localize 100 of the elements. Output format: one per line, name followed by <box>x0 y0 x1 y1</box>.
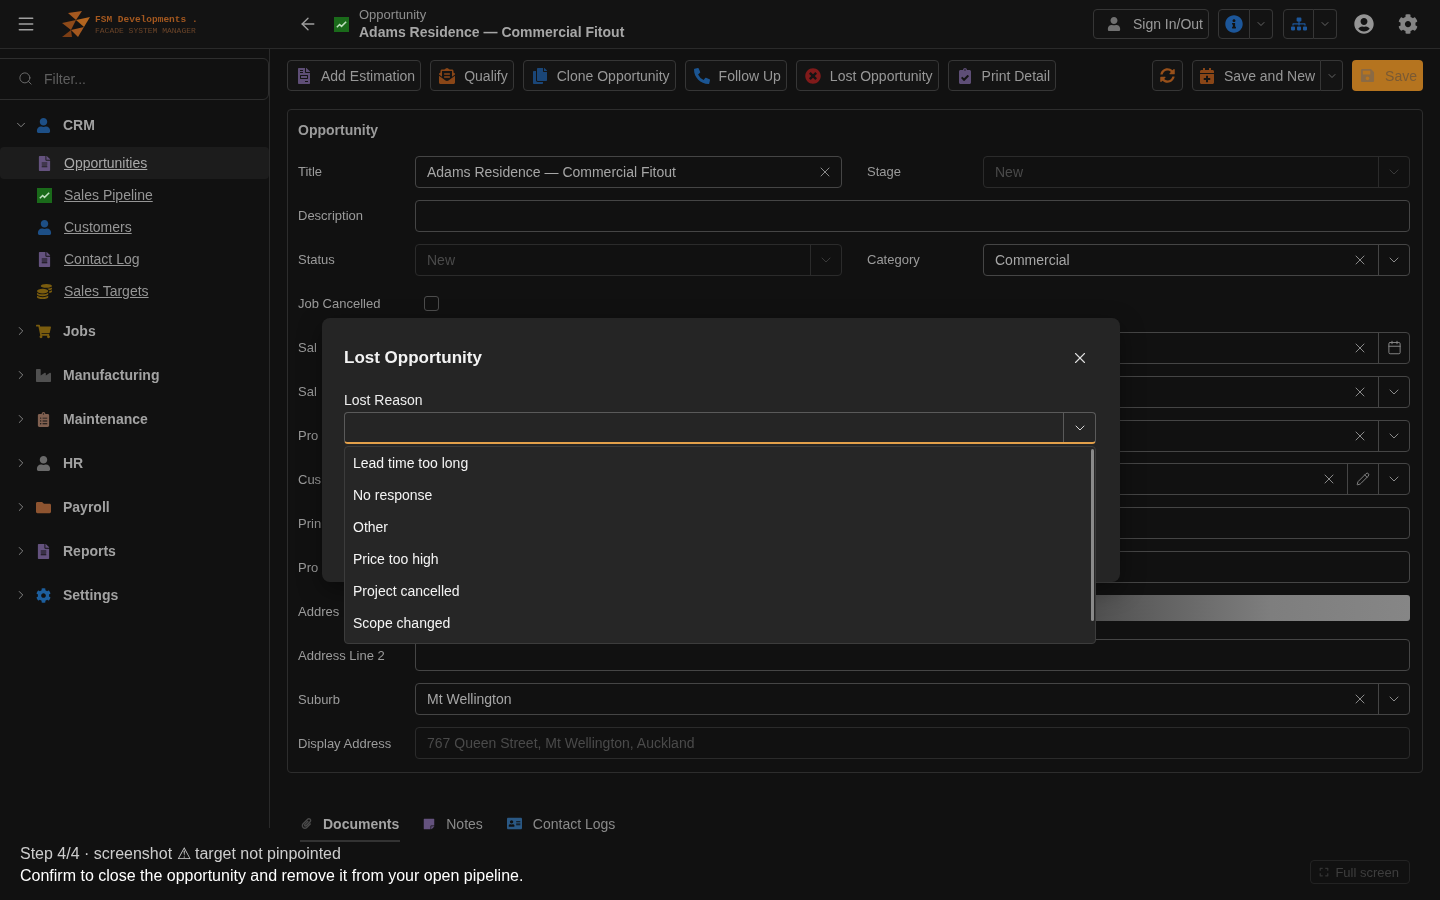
nav-item[interactable]: Jobs <box>36 315 106 347</box>
refresh-button[interactable] <box>1152 60 1183 91</box>
expand-icon <box>1319 867 1330 877</box>
tab[interactable]: Notes <box>422 805 484 842</box>
user-icon[interactable] <box>1354 14 1374 34</box>
chart-icon <box>334 16 349 32</box>
document-icon <box>296 67 312 84</box>
document-icon <box>37 251 52 267</box>
breadcrumb: Opportunity <box>359 6 428 23</box>
field-label: Status <box>298 252 335 268</box>
settings-icon[interactable] <box>1398 14 1418 34</box>
field-label: Category <box>866 252 920 268</box>
info-button[interactable] <box>1218 9 1250 39</box>
qualify-button[interactable]: Qualify <box>430 60 514 91</box>
field-label: Job Cancelled <box>298 296 381 312</box>
clipboard-icon <box>36 411 51 427</box>
nav-link[interactable]: Sales Targets <box>0 275 269 307</box>
paperclip-icon <box>301 818 312 829</box>
field-label: Prin <box>298 515 322 531</box>
lost-opportunity-button[interactable]: Lost Opportunity <box>795 60 939 91</box>
logo-text: FSM Developments . <box>95 13 198 25</box>
phone-icon <box>693 67 710 84</box>
contact-card-icon <box>506 816 522 831</box>
chart-icon <box>37 187 52 203</box>
hierarchy-icon <box>1290 16 1307 32</box>
copy-icon <box>531 67 548 84</box>
section-title: Opportunity <box>298 121 380 141</box>
nav-link[interactable]: Opportunities <box>0 147 269 179</box>
text-field[interactable] <box>415 199 1410 232</box>
caption-text: Confirm to close the opportunity and remove it from your open pipeline. <box>20 866 524 886</box>
select-field[interactable]: Mt Wellington <box>415 683 1410 716</box>
nav-item[interactable]: Settings <box>36 579 129 611</box>
menu-icon <box>16 14 36 34</box>
select-field[interactable]: Commercial <box>983 243 1410 276</box>
person-icon <box>36 117 51 133</box>
select-field[interactable] <box>344 412 1096 444</box>
sign-in-button[interactable]: Sign In/Out <box>1092 9 1209 39</box>
pencil-icon[interactable] <box>1356 472 1370 487</box>
scrollbar-thumb[interactable] <box>1091 449 1094 621</box>
nav-link[interactable]: Contact Log <box>0 243 269 275</box>
clipboard-icon <box>956 67 973 84</box>
field-label: Title <box>298 164 323 180</box>
dropdown-option[interactable]: Price too high <box>345 543 1089 575</box>
calendar-icon[interactable] <box>1386 340 1402 356</box>
field-label: Lost Reason <box>344 391 423 410</box>
hierarchy-button[interactable] <box>1283 9 1314 39</box>
field-label: Suburb <box>298 691 340 707</box>
save-and-new-button[interactable]: Save and New <box>1192 60 1322 91</box>
calendar-plus-icon <box>1199 67 1215 84</box>
gear-icon <box>36 587 51 603</box>
factory-icon <box>36 367 51 383</box>
dropdown-option[interactable]: No response <box>345 479 1089 511</box>
nav-item[interactable]: Manufacturing <box>36 359 170 391</box>
field-label: Addres <box>298 603 340 619</box>
tab[interactable]: Documents <box>300 805 401 842</box>
tab[interactable]: Contact Logs <box>505 805 617 842</box>
note-icon <box>423 817 436 830</box>
field-label: Description <box>298 208 364 224</box>
info-icon <box>1225 15 1243 33</box>
field-label: Sal <box>298 340 317 356</box>
person-icon <box>36 455 51 471</box>
cart-icon <box>36 323 51 339</box>
logo-icon <box>62 11 90 37</box>
dialog-title: Lost Opportunity <box>344 348 482 368</box>
envelope-icon <box>439 67 456 84</box>
dropdown-option[interactable]: Other <box>345 511 1089 543</box>
page-title: Adams Residence — Commercial Fitout <box>359 22 625 42</box>
nav-item[interactable]: Reports <box>36 535 126 567</box>
filter-field[interactable]: Filter... <box>0 58 269 100</box>
document-icon <box>36 543 51 559</box>
nav-link[interactable]: Sales Pipeline <box>0 179 269 211</box>
person-icon <box>1106 17 1121 31</box>
document-icon <box>37 155 52 171</box>
folder-icon <box>36 499 51 515</box>
coins-icon <box>37 283 52 299</box>
field-label: Sal <box>298 384 317 400</box>
clone-button[interactable]: Clone Opportunity <box>522 60 676 91</box>
print-button[interactable]: Print Detail <box>947 60 1057 91</box>
text-field[interactable]: Adams Residence — Commercial Fitout <box>415 155 842 188</box>
nav-item[interactable]: Payroll <box>36 491 120 523</box>
search-icon <box>18 71 33 86</box>
checkbox[interactable] <box>424 296 439 312</box>
nav-item[interactable]: HR <box>36 447 94 479</box>
field-label: Address Line 2 <box>298 647 385 663</box>
field-label: Cus <box>298 471 322 487</box>
add-estimation-button[interactable]: Add Estimation <box>287 60 422 91</box>
person-icon <box>37 219 52 235</box>
follow-up-button[interactable]: Follow Up <box>684 60 787 91</box>
nav-link[interactable]: Customers <box>0 211 269 243</box>
dropdown-option[interactable]: Lead time too long <box>345 447 1089 479</box>
nav-item[interactable]: CRM <box>36 109 105 141</box>
field-label: Pro <box>298 428 319 444</box>
nav-item[interactable]: Maintenance <box>36 403 158 435</box>
dropdown-option[interactable]: Project cancelled <box>345 575 1089 607</box>
field-label: Display Address <box>298 735 392 751</box>
caption-step: Step 4/4 · screenshot ⚠ target not pinpointed <box>20 843 341 865</box>
field-label: Stage <box>866 164 901 180</box>
dropdown-option[interactable]: Scope changed <box>345 607 1089 639</box>
field-label: Pro <box>298 559 319 575</box>
logo-tagline: FACADE SYSTEM MANAGER <box>95 25 197 35</box>
